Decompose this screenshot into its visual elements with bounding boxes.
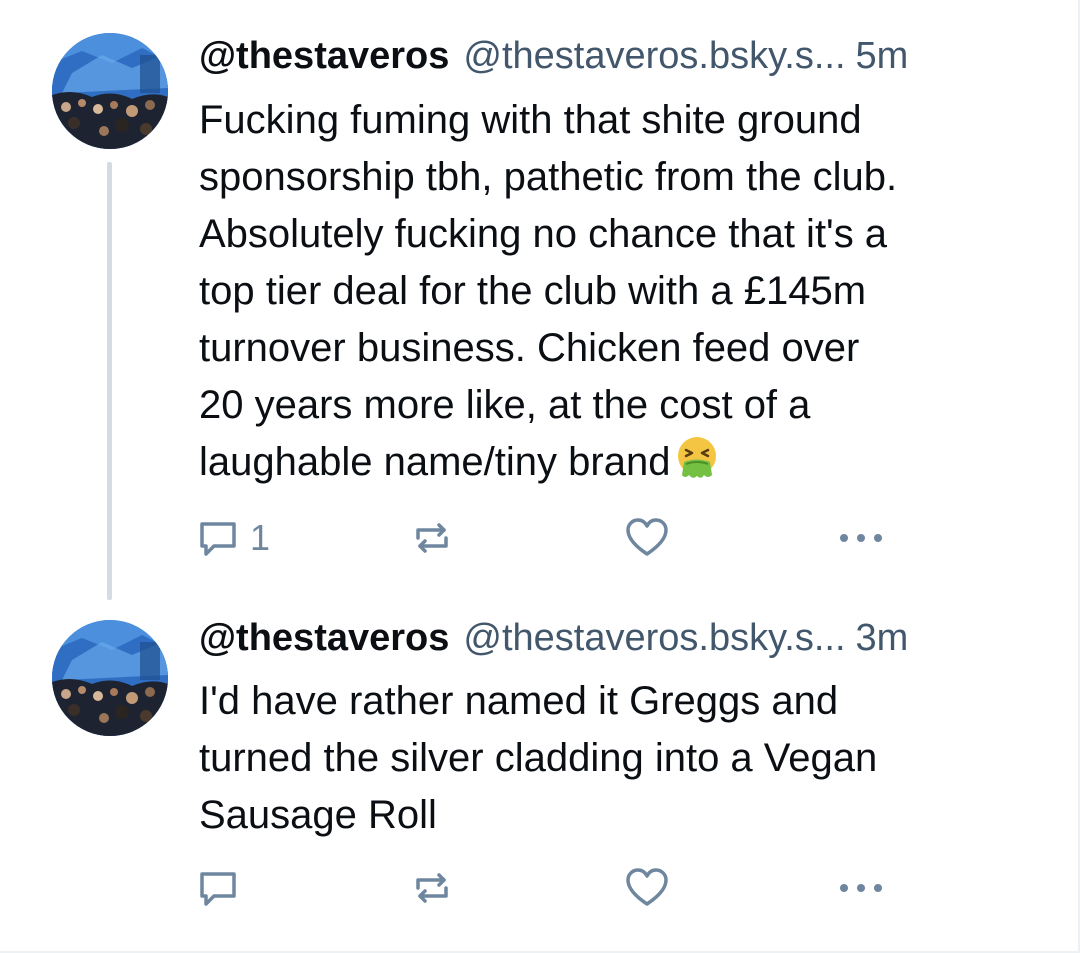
avatar[interactable] <box>52 33 168 149</box>
post-text: I'd have rather named it Greggs and turn… <box>199 679 878 837</box>
more-options-button[interactable] <box>836 863 886 913</box>
post-header: @thestaveros @thestaveros.bsky.s... 3m <box>199 613 1040 663</box>
like-button[interactable] <box>624 863 670 913</box>
handle[interactable]: @thestaveros.bsky.s... <box>463 31 845 81</box>
repost-arrows-icon <box>410 516 454 560</box>
ellipsis-icon <box>836 528 886 548</box>
reply-count: 1 <box>250 517 271 558</box>
timestamp[interactable]: 3m <box>856 613 909 663</box>
post-actions <box>196 863 896 913</box>
display-name[interactable]: @thestaveros <box>199 31 449 81</box>
vomiting-face-icon <box>674 435 720 481</box>
speech-bubble-icon <box>196 516 240 560</box>
post[interactable]: @thestaveros @thestaveros.bsky.s... 5m F… <box>0 0 1080 605</box>
timestamp[interactable]: 5m <box>856 31 909 81</box>
like-button[interactable] <box>624 513 670 563</box>
heart-icon <box>624 866 670 910</box>
thread-connector <box>107 162 112 600</box>
thread-view: @thestaveros @thestaveros.bsky.s... 5m F… <box>0 0 1080 953</box>
post-header: @thestaveros @thestaveros.bsky.s... 5m <box>199 31 1040 81</box>
ellipsis-icon <box>836 878 886 898</box>
post[interactable]: @thestaveros @thestaveros.bsky.s... 3m I… <box>0 605 1080 951</box>
reply-button[interactable] <box>196 863 250 913</box>
post-text: Fucking fuming with that shite ground sp… <box>199 92 1039 491</box>
repost-arrows-icon <box>410 866 454 910</box>
speech-bubble-icon <box>196 866 240 910</box>
display-name[interactable]: @thestaveros <box>199 613 449 663</box>
avatar[interactable] <box>52 620 168 736</box>
heart-icon <box>624 516 670 560</box>
repost-button[interactable] <box>410 863 454 913</box>
post-text-content: Fucking fuming with that shite ground sp… <box>199 98 898 484</box>
repost-button[interactable] <box>410 513 454 563</box>
handle[interactable]: @thestaveros.bsky.s... <box>463 613 845 663</box>
reply-button[interactable]: 1 <box>196 513 270 563</box>
post-actions: 1 <box>196 513 896 563</box>
more-options-button[interactable] <box>836 513 886 563</box>
